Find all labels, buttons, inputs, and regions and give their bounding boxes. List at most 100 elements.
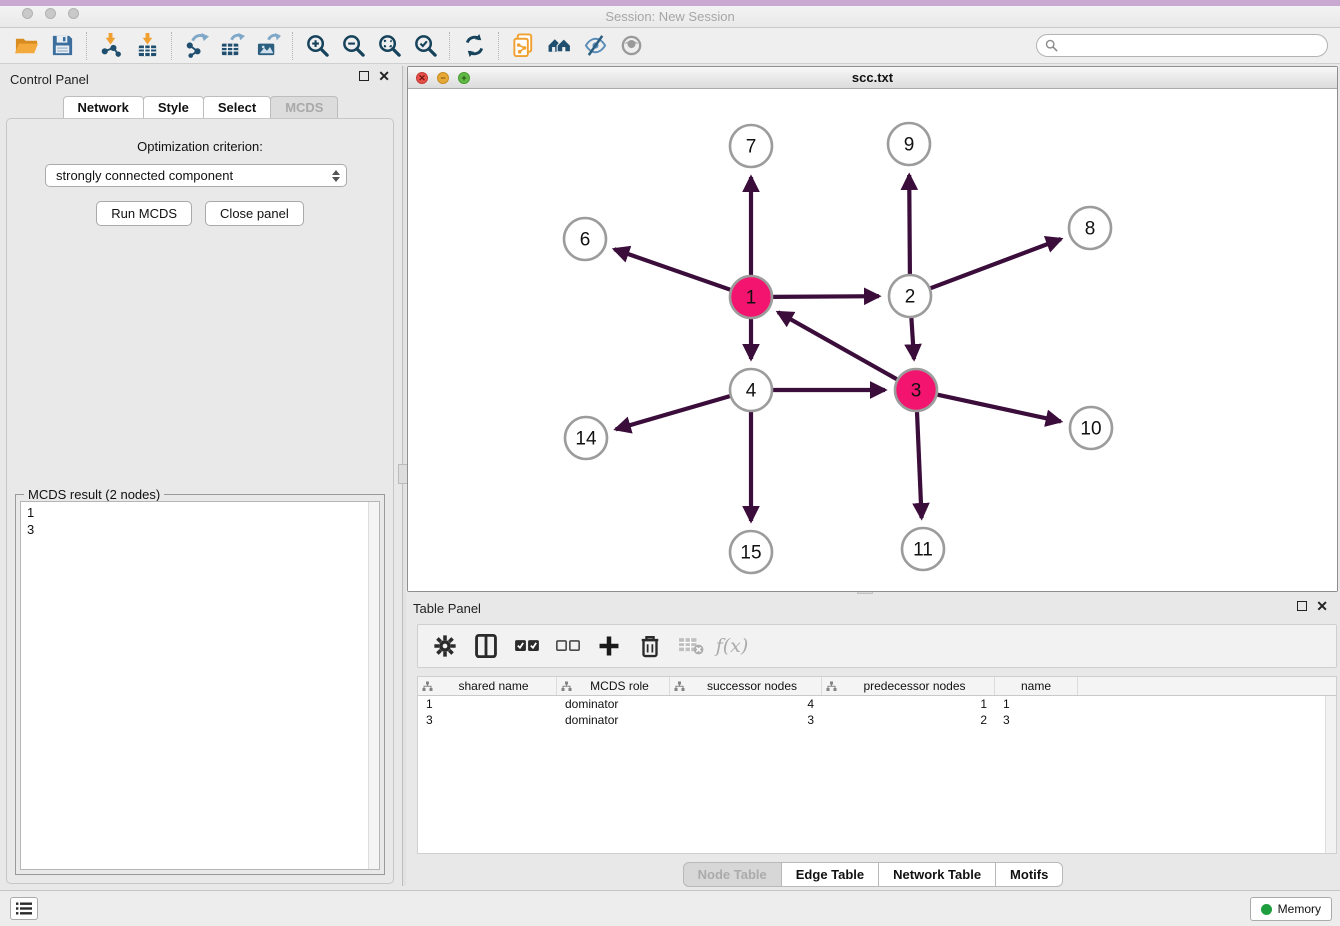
table-row[interactable]: 3dominator323 xyxy=(418,712,1336,728)
table-cell[interactable]: dominator xyxy=(557,712,670,728)
graph-edge[interactable] xyxy=(773,296,879,297)
table-cell[interactable]: 1 xyxy=(995,696,1078,712)
graph-node[interactable]: 15 xyxy=(730,531,772,573)
graph-node[interactable]: 11 xyxy=(902,528,944,570)
show-details-button[interactable] xyxy=(613,31,649,61)
task-history-button[interactable] xyxy=(10,897,38,920)
checked-boxes-icon xyxy=(514,638,540,653)
table-panel: Table Panel ✕ xyxy=(407,596,1338,888)
zoom-selected-button[interactable] xyxy=(407,31,443,61)
table-cell[interactable]: 3 xyxy=(995,712,1078,728)
table-cell[interactable]: 2 xyxy=(822,712,995,728)
select-all-rows-button[interactable] xyxy=(514,633,540,659)
delete-table-button[interactable] xyxy=(678,633,704,659)
vertical-splitter[interactable] xyxy=(402,66,406,886)
tab-network[interactable]: Network xyxy=(63,96,144,118)
table-settings-button[interactable] xyxy=(432,633,458,659)
graph-node[interactable]: 14 xyxy=(565,417,607,459)
column-header-successor-nodes[interactable]: successor nodes xyxy=(670,677,822,695)
add-column-button[interactable] xyxy=(596,633,622,659)
graph-node[interactable]: 9 xyxy=(888,123,930,165)
export-image-button[interactable] xyxy=(250,31,286,61)
new-network-button[interactable] xyxy=(505,31,541,61)
search-input[interactable] xyxy=(1063,39,1319,53)
apply-function-button[interactable]: f(x) xyxy=(719,633,745,659)
close-panel-icon[interactable]: ✕ xyxy=(1316,601,1328,611)
open-file-button[interactable] xyxy=(8,31,44,61)
tab-network-table[interactable]: Network Table xyxy=(878,862,996,887)
close-panel-icon[interactable]: ✕ xyxy=(378,71,390,81)
svg-text:14: 14 xyxy=(575,429,597,450)
function-icon: f(x) xyxy=(716,635,749,657)
split-columns-button[interactable] xyxy=(473,633,499,659)
table-cell[interactable]: dominator xyxy=(557,696,670,712)
graph-node[interactable]: 3 xyxy=(895,369,937,411)
column-header-name[interactable]: name xyxy=(995,677,1078,695)
graph-node[interactable]: 7 xyxy=(730,125,772,167)
tab-style[interactable]: Style xyxy=(143,96,204,118)
table-cell[interactable]: 3 xyxy=(418,712,557,728)
graph-node[interactable]: 8 xyxy=(1069,207,1111,249)
search-box[interactable] xyxy=(1036,34,1328,57)
table-row[interactable]: 1dominator411 xyxy=(418,696,1336,712)
hide-details-button[interactable] xyxy=(577,31,613,61)
save-session-button[interactable] xyxy=(44,31,80,61)
table-cell[interactable]: 4 xyxy=(670,696,822,712)
zoom-fit-button[interactable] xyxy=(371,31,407,61)
optimization-criterion-dropdown[interactable]: strongly connected component xyxy=(45,164,347,187)
close-panel-button[interactable]: Close panel xyxy=(205,201,304,226)
graph-edge[interactable] xyxy=(931,239,1061,288)
mcds-result-line: 1 xyxy=(27,504,373,521)
tab-motifs[interactable]: Motifs xyxy=(995,862,1063,887)
delete-table-icon xyxy=(678,636,704,656)
graph-node[interactable]: 4 xyxy=(730,369,772,411)
graph-edge[interactable] xyxy=(917,412,922,518)
tab-node-table[interactable]: Node Table xyxy=(683,862,782,887)
table-cell[interactable]: 1 xyxy=(418,696,557,712)
float-panel-icon[interactable] xyxy=(1297,601,1307,611)
run-mcds-button[interactable]: Run MCDS xyxy=(96,201,192,226)
zoom-in-button[interactable] xyxy=(299,31,335,61)
delete-column-button[interactable] xyxy=(637,633,663,659)
graph-edge[interactable] xyxy=(616,396,730,429)
import-network-button[interactable] xyxy=(93,31,129,61)
column-header-mcds-role[interactable]: MCDS role xyxy=(557,677,670,695)
network-window-titlebar[interactable]: ✕ − + scc.txt xyxy=(408,67,1337,89)
mcds-result-text[interactable]: 1 3 xyxy=(20,501,380,870)
table-cell[interactable]: 3 xyxy=(670,712,822,728)
tab-mcds[interactable]: MCDS xyxy=(270,96,338,118)
graph-edge[interactable] xyxy=(778,312,897,379)
column-header-predecessor-nodes[interactable]: predecessor nodes xyxy=(822,677,995,695)
graph-node[interactable]: 10 xyxy=(1070,407,1112,449)
table-tabs: Node Table Edge Table Network Table Moti… xyxy=(407,862,1338,887)
deselect-all-rows-button[interactable] xyxy=(555,633,581,659)
export-table-button[interactable] xyxy=(214,31,250,61)
export-network-button[interactable] xyxy=(178,31,214,61)
refresh-layout-button[interactable] xyxy=(456,31,492,61)
graph-edge[interactable] xyxy=(911,318,914,359)
graph-edge[interactable] xyxy=(614,249,730,290)
network-canvas[interactable]: 7 9 6 8 1 2 4 3 14 10 15 11 xyxy=(408,89,1337,591)
svg-text:3: 3 xyxy=(911,381,922,402)
graph-node[interactable]: 1 xyxy=(730,276,772,318)
float-panel-icon[interactable] xyxy=(359,71,369,81)
gear-icon xyxy=(432,633,458,659)
table-cell[interactable]: 1 xyxy=(822,696,995,712)
tab-select[interactable]: Select xyxy=(203,96,271,118)
column-header-shared-name[interactable]: shared name xyxy=(418,677,557,695)
table-cell-filler xyxy=(1078,712,1336,728)
graph-edge[interactable] xyxy=(938,395,1061,422)
graph-edge[interactable] xyxy=(909,175,910,274)
tab-edge-table[interactable]: Edge Table xyxy=(781,862,879,887)
result-scrollbar[interactable] xyxy=(368,502,379,869)
hierarchy-icon xyxy=(826,681,837,692)
table-scrollbar[interactable] xyxy=(1325,696,1336,853)
zoom-out-button[interactable] xyxy=(335,31,371,61)
import-table-button[interactable] xyxy=(129,31,165,61)
graph-node[interactable]: 2 xyxy=(889,275,931,317)
memory-button[interactable]: Memory xyxy=(1250,897,1332,921)
node-table: shared name MCDS role successor nodes pr… xyxy=(417,676,1337,854)
home-layout-button[interactable] xyxy=(541,31,577,61)
graph-node[interactable]: 6 xyxy=(564,218,606,260)
hierarchy-icon xyxy=(422,681,433,692)
